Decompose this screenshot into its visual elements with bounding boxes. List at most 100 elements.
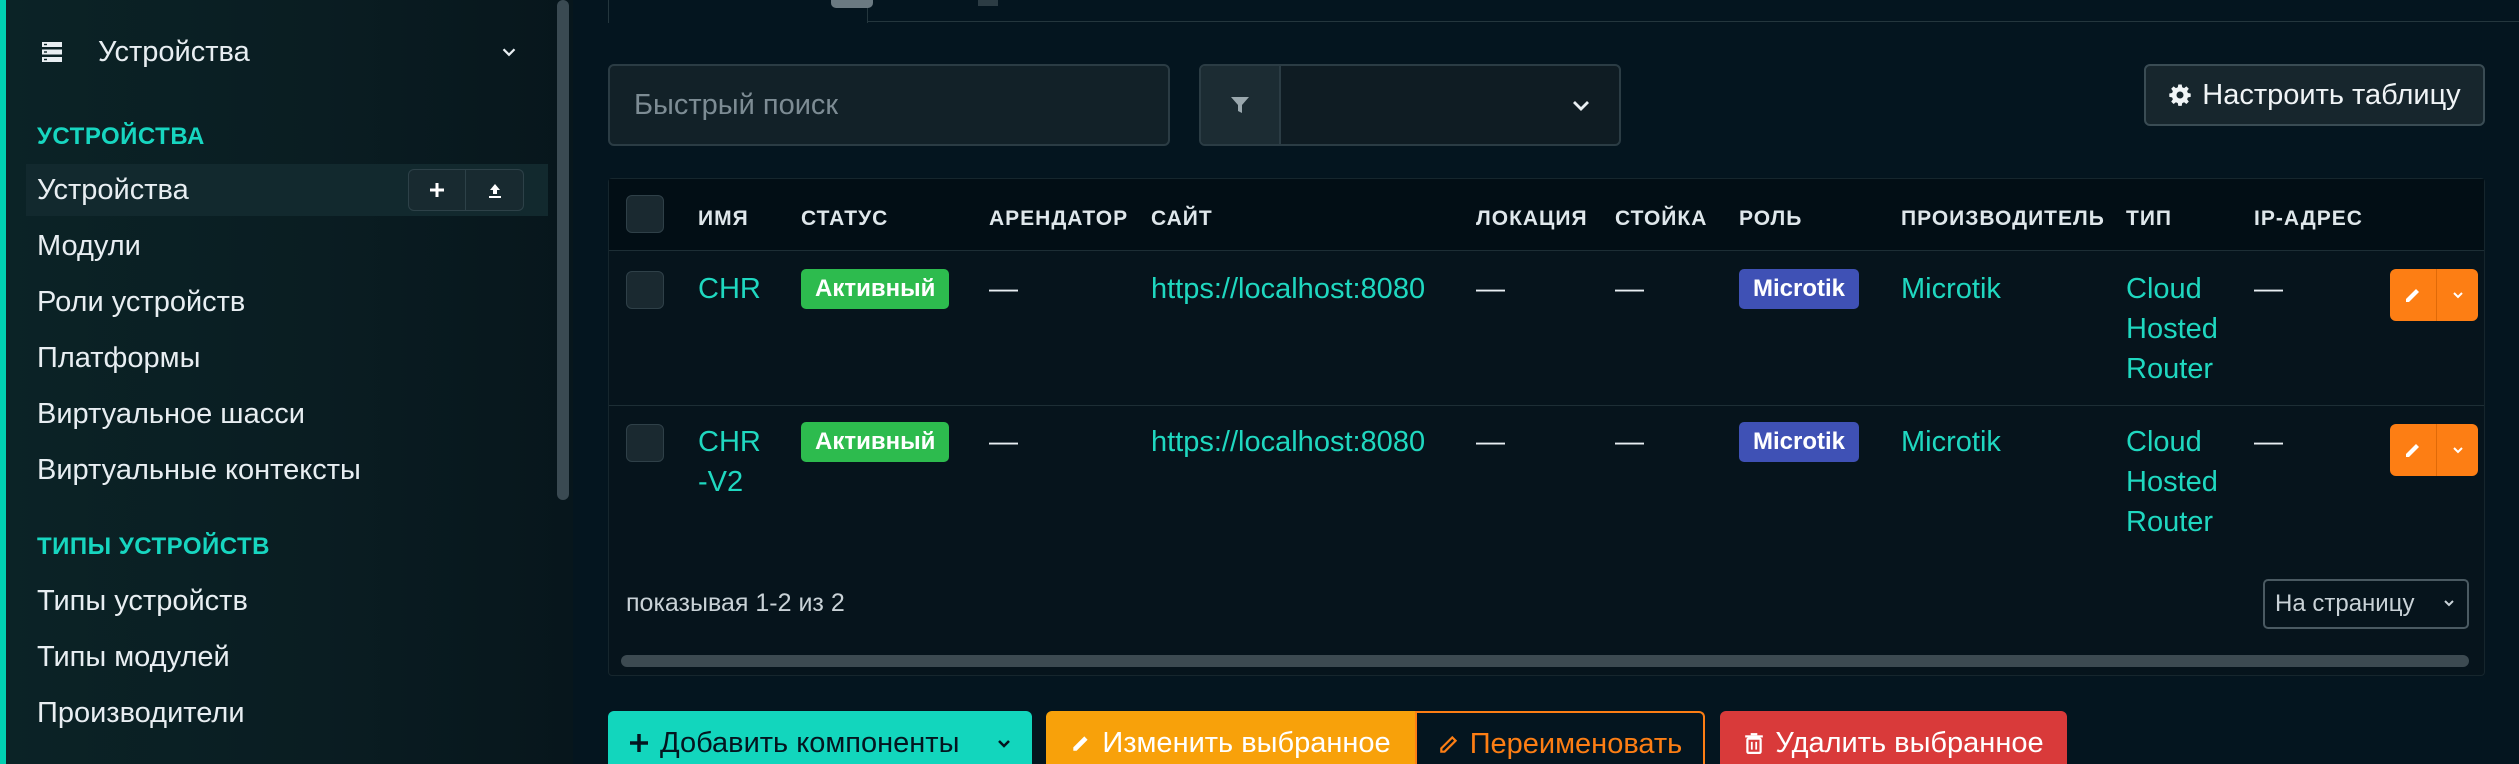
rename-label: Переименовать — [1469, 727, 1683, 760]
sidebar-item-actions — [408, 169, 524, 211]
ip-address-cell: — — [2254, 426, 2283, 458]
pencil-icon — [1439, 735, 1457, 753]
column-role[interactable]: РОЛЬ — [1739, 207, 1802, 231]
rename-button[interactable]: Переименовать — [1415, 711, 1705, 764]
type-link[interactable]: Cloud Hosted Router — [2126, 422, 2218, 542]
saved-filter-select[interactable] — [1199, 64, 1621, 146]
chevron-down-icon — [1573, 101, 1589, 111]
sidebar-item-devices[interactable]: Устройства — [26, 164, 548, 216]
type-line: Cloud — [2126, 273, 2202, 305]
column-name[interactable]: ИМЯ — [698, 207, 749, 231]
devices-table: ИМЯ СТАТУС АРЕНДАТОР САЙТ ЛОКАЦИЯ СТОЙКА… — [608, 178, 2485, 676]
sidebar-item-module-types[interactable]: Типы модулей — [26, 631, 548, 683]
edit-selected-button[interactable]: Изменить выбранное — [1046, 711, 1415, 764]
row-checkbox[interactable] — [626, 424, 664, 462]
column-site[interactable]: САЙТ — [1151, 207, 1213, 231]
sidebar-item-label: Платформы — [37, 341, 201, 374]
upload-icon — [488, 184, 501, 198]
type-line: Cloud — [2126, 426, 2202, 458]
sidebar-item-label: Виртуальные контексты — [37, 453, 361, 486]
edit-selected-label: Изменить выбранное — [1102, 726, 1391, 759]
chevron-down-icon — [998, 740, 1010, 748]
sidebar-item-device-roles[interactable]: Роли устройств — [26, 276, 548, 328]
manufacturer-link[interactable]: Microtik — [1901, 422, 2001, 462]
add-components-button[interactable]: Добавить компоненты — [608, 711, 976, 764]
import-devices-button[interactable] — [466, 169, 524, 211]
tenant-cell: — — [989, 273, 1018, 305]
edit-button[interactable] — [2390, 269, 2436, 321]
chevron-down-icon — [502, 48, 516, 57]
site-link[interactable]: https://localhost:8080 — [1151, 422, 1425, 462]
row-divider — [609, 405, 2484, 406]
per-page-select[interactable]: На страницу — [2263, 579, 2469, 629]
add-components-button-group: Добавить компоненты — [608, 711, 1032, 764]
sidebar-item-label: Типы устройств — [37, 584, 248, 617]
table-header: ИМЯ СТАТУС АРЕНДАТОР САЙТ ЛОКАЦИЯ СТОЙКА… — [609, 179, 2484, 251]
column-type[interactable]: ТИП — [2126, 207, 2172, 231]
gear-icon — [2169, 84, 2191, 106]
ip-address-cell: — — [2254, 273, 2283, 305]
sidebar-menu-title: Устройства — [98, 35, 250, 68]
column-tenant[interactable]: АРЕНДАТОР — [989, 207, 1128, 231]
sidebar-menu-header[interactable]: Устройства — [32, 30, 532, 74]
tabs-bar — [608, 0, 2519, 22]
select-all-checkbox[interactable] — [626, 195, 664, 233]
table-horizontal-scrollbar[interactable] — [621, 655, 2469, 667]
device-name-link[interactable]: CHR -V2 — [698, 422, 761, 502]
column-manufacturer[interactable]: ПРОИЗВОДИТЕЛЬ — [1901, 207, 2105, 231]
sidebar-item-manufacturers[interactable]: Производители — [26, 687, 548, 739]
role-badge[interactable]: Microtik — [1739, 269, 1860, 309]
role-badge[interactable]: Microtik — [1739, 422, 1860, 462]
sidebar-item-platforms[interactable]: Платформы — [26, 332, 548, 384]
row-checkbox[interactable] — [626, 271, 664, 309]
filter-dropdown[interactable] — [1281, 66, 1619, 144]
delete-selected-button[interactable]: Удалить выбранное — [1720, 711, 2067, 764]
sidebar-item-modules[interactable]: Модули — [26, 220, 548, 272]
sidebar-item-label: Роли устройств — [37, 285, 246, 318]
type-line: Hosted — [2126, 313, 2218, 345]
plus-icon — [630, 734, 648, 752]
tenant-cell: — — [989, 426, 1018, 458]
pencil-icon — [2406, 289, 2419, 302]
row-actions-dropdown[interactable] — [2436, 269, 2478, 321]
column-location[interactable]: ЛОКАЦИЯ — [1476, 207, 1588, 231]
sidebar-item-label: Модули — [37, 229, 141, 262]
sidebar-item-label: Виртуальное шасси — [37, 397, 305, 430]
quick-search-input[interactable] — [608, 64, 1170, 146]
filter-icon-box — [1201, 66, 1281, 144]
plus-icon — [430, 183, 444, 197]
row-actions-dropdown[interactable] — [2436, 424, 2478, 476]
pencil-icon — [1073, 736, 1088, 751]
device-name-line: -V2 — [698, 466, 744, 498]
pencil-icon — [2406, 444, 2419, 457]
status-badge: Активный — [801, 422, 950, 462]
chevron-down-icon — [2444, 600, 2454, 607]
add-components-label: Добавить компоненты — [660, 726, 960, 759]
sidebar-item-label: Типы модулей — [37, 640, 230, 673]
column-ip-address[interactable]: IP-АДРЕС — [2254, 207, 2363, 231]
add-components-dropdown[interactable] — [976, 711, 1032, 764]
add-device-button[interactable] — [408, 169, 466, 211]
device-name-line: CHR — [698, 426, 761, 458]
column-status[interactable]: СТАТУС — [801, 207, 888, 231]
tab-filters[interactable] — [978, 0, 998, 6]
tab-count-badge — [831, 0, 873, 8]
sidebar-item-virtual-contexts[interactable]: Виртуальные контексты — [26, 444, 548, 496]
delete-selected-label: Удалить выбранное — [1775, 726, 2044, 759]
type-link[interactable]: Cloud Hosted Router — [2126, 269, 2218, 389]
chevron-down-icon — [2452, 447, 2463, 454]
device-name-link[interactable]: CHR — [698, 269, 761, 309]
trash-icon — [1745, 733, 1764, 754]
site-link[interactable]: https://localhost:8080 — [1151, 269, 1425, 309]
sidebar-scrollbar[interactable] — [557, 0, 569, 500]
sidebar-item-virtual-chassis[interactable]: Виртуальное шасси — [26, 388, 548, 440]
column-rack[interactable]: СТОЙКА — [1615, 207, 1707, 231]
configure-table-button[interactable]: Настроить таблицу — [2144, 64, 2485, 126]
sidebar-item-device-types[interactable]: Типы устройств — [26, 575, 548, 627]
main-content: Настроить таблицу ИМЯ СТАТУС АРЕНДАТОР С… — [573, 0, 2519, 764]
edit-button[interactable] — [2390, 424, 2436, 476]
tab-devices[interactable] — [608, 0, 873, 23]
manufacturer-link[interactable]: Microtik — [1901, 269, 2001, 309]
location-cell: — — [1476, 273, 1505, 305]
chevron-down-icon — [2452, 292, 2463, 299]
